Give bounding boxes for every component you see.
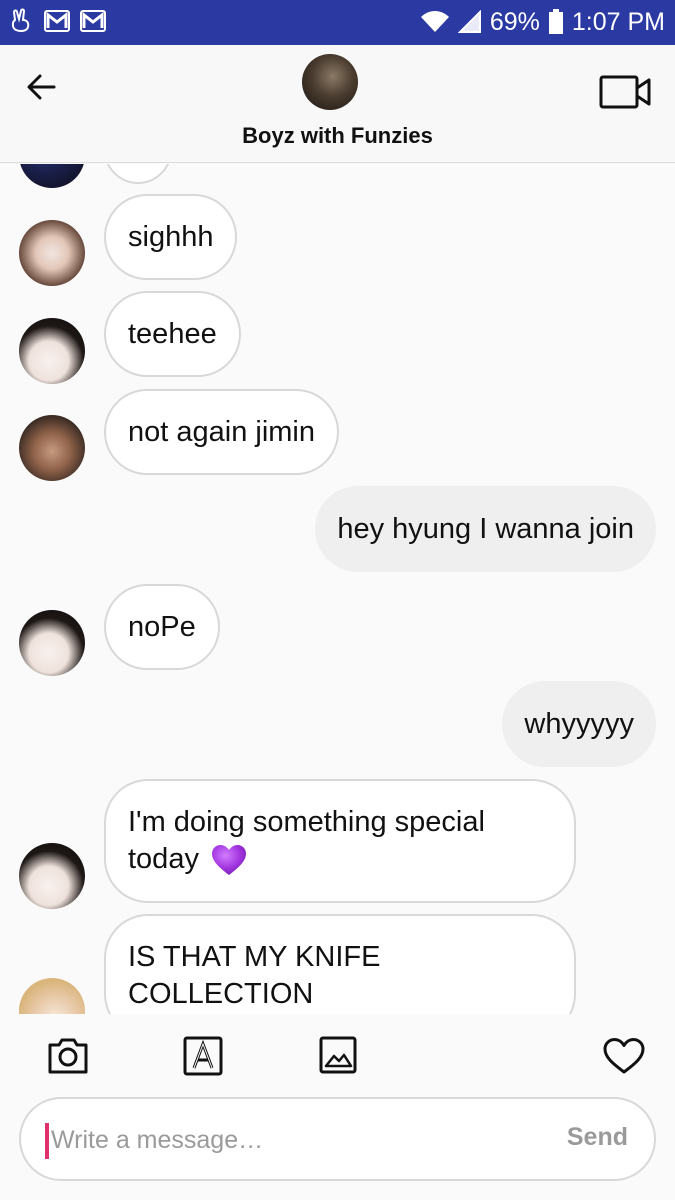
heart-icon xyxy=(603,1038,645,1074)
text-caret xyxy=(45,1123,49,1159)
arrow-left-icon xyxy=(27,74,56,100)
group-avatar[interactable] xyxy=(302,54,358,110)
gallery-button[interactable] xyxy=(318,1036,362,1076)
gmail-icon xyxy=(44,8,70,34)
status-left-icons xyxy=(8,8,106,34)
send-button[interactable]: Send xyxy=(567,1123,628,1152)
text-format-icon xyxy=(183,1036,223,1076)
message-bubble[interactable]: not again jimin xyxy=(104,389,339,475)
battery-percent: 69% xyxy=(489,8,540,36)
avatar[interactable] xyxy=(19,610,85,676)
avatar[interactable] xyxy=(19,220,85,286)
message-text: teehee xyxy=(128,317,217,350)
like-button[interactable] xyxy=(602,1036,646,1076)
video-call-button[interactable] xyxy=(598,73,654,111)
avatar[interactable] xyxy=(19,164,85,188)
avatar[interactable] xyxy=(19,415,85,481)
chat-header: Boyz with Funzies xyxy=(0,45,675,163)
message-text-line: IS THAT MY KNIFE xyxy=(128,941,381,973)
text-format-button[interactable] xyxy=(182,1036,226,1076)
avatar[interactable] xyxy=(19,843,85,909)
message-text: hey hyung I wanna join xyxy=(337,512,634,545)
purple-heart-icon xyxy=(212,845,247,876)
message-composer[interactable]: Send xyxy=(19,1097,656,1181)
avatar[interactable] xyxy=(19,318,85,384)
avatar[interactable] xyxy=(19,978,85,1014)
wifi-icon xyxy=(420,11,449,32)
back-button[interactable] xyxy=(22,67,62,107)
status-bar: 69% 1:07 PM xyxy=(0,0,675,45)
video-camera-icon xyxy=(599,75,651,109)
message-input[interactable] xyxy=(51,1117,551,1163)
camera-icon xyxy=(48,1038,88,1074)
message-text: whyyyyy xyxy=(524,707,634,740)
message-text: not again jimin xyxy=(128,415,315,448)
gallery-icon xyxy=(319,1036,357,1074)
message-text-line: COLLECTION xyxy=(128,978,314,1010)
message-bubble[interactable]: noPe xyxy=(104,584,220,670)
peace-hand-icon xyxy=(8,8,34,34)
message-bubble-outgoing[interactable]: whyyyyy xyxy=(502,681,656,767)
message-bubble[interactable]: sighhh xyxy=(104,194,238,280)
chat-title[interactable]: Boyz with Funzies xyxy=(0,123,675,149)
message-bubble[interactable] xyxy=(104,164,172,184)
signal-icon xyxy=(457,10,481,33)
message-bubble[interactable]: I'm doing something special today xyxy=(104,779,576,903)
camera-button[interactable] xyxy=(46,1036,90,1076)
gmail-icon xyxy=(80,8,106,34)
message-bubble[interactable]: IS THAT MY KNIFE COLLECTION xyxy=(104,914,576,1014)
message-text: noPe xyxy=(128,610,196,643)
message-text-line: I'm doing something special xyxy=(128,806,485,838)
message-list[interactable]: sighhh teehee not again jimin hey hyung … xyxy=(0,164,675,1014)
message-bubble[interactable]: teehee xyxy=(104,291,241,377)
message-text-line: today xyxy=(128,843,199,875)
message-text: sighhh xyxy=(128,220,214,253)
status-right: 69% 1:07 PM xyxy=(420,6,665,38)
clock: 1:07 PM xyxy=(571,8,665,36)
message-text-line-group: today xyxy=(128,841,247,878)
battery-icon xyxy=(548,9,563,34)
composer-toolbar xyxy=(0,1014,675,1096)
message-bubble-outgoing[interactable]: hey hyung I wanna join xyxy=(315,486,656,572)
